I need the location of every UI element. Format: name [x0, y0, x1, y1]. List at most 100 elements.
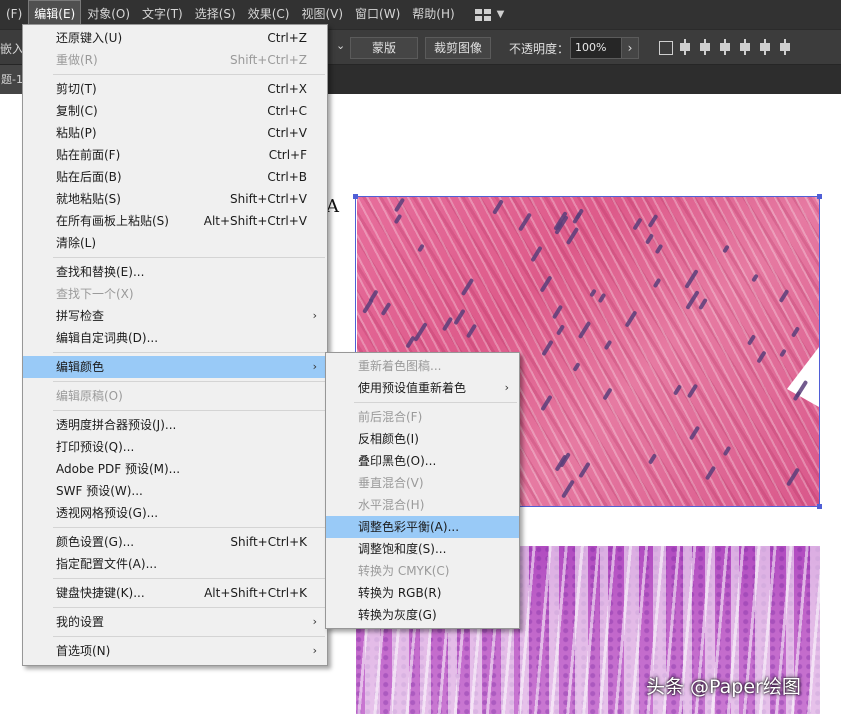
menu-item[interactable]: 清除(L) — [23, 232, 327, 254]
opacity-flyout-arrow-icon[interactable]: › — [621, 37, 639, 59]
mask-button[interactable]: 蒙版 — [350, 37, 418, 59]
menu-separator — [53, 636, 325, 637]
cell-nucleus — [554, 454, 568, 472]
cell-nucleus — [393, 213, 403, 225]
align-left-icon[interactable] — [678, 38, 692, 56]
menu-item[interactable]: 叠印黑色(O)... — [326, 450, 519, 472]
menu-item[interactable]: 调整饱和度(S)... — [326, 538, 519, 560]
menu-item[interactable]: SWF 预设(W)... — [23, 480, 327, 502]
cell-nucleus — [597, 292, 607, 304]
menu-item[interactable]: 拼写检查 › — [23, 305, 327, 327]
menu-item[interactable]: 使用预设值重新着色 › — [326, 377, 519, 399]
menu-item-label: 重新着色图稿... — [358, 359, 442, 373]
menu-item[interactable]: 反相颜色(I) — [326, 428, 519, 450]
chevron-down-icon[interactable]: ⌄ — [336, 39, 345, 52]
menu-item-label: 转换为 CMYK(C) — [358, 564, 450, 578]
menu-item[interactable]: 我的设置 › — [23, 611, 327, 633]
menu-item[interactable]: 颜色设置(G)... Shift+Ctrl+K — [23, 531, 327, 553]
menu-item-shortcut: Ctrl+V — [267, 126, 307, 140]
crop-image-button[interactable]: 裁剪图像 — [425, 37, 491, 59]
menu-item[interactable]: 首选项(N) › — [23, 640, 327, 662]
menu-item[interactable]: 键盘快捷键(K)... Alt+Shift+Ctrl+K — [23, 582, 327, 604]
cell-nucleus — [555, 324, 566, 336]
cell-nucleus — [530, 245, 543, 263]
menu-item-label: 就地粘贴(S) — [56, 192, 121, 206]
menu-item-label: SWF 预设(W)... — [56, 484, 143, 498]
menu-item[interactable]: 指定配置文件(A)... — [23, 553, 327, 575]
workspace-switcher[interactable]: ▼ — [474, 8, 504, 21]
opacity-input[interactable]: 100% — [570, 37, 622, 59]
menu-item-label: 调整饱和度(S)... — [358, 542, 447, 556]
menu-item-label: 编辑颜色 — [56, 360, 105, 374]
document-tab[interactable]: 题-1* — [0, 65, 22, 94]
menu-item-label: 复制(C) — [56, 104, 98, 118]
menu-item[interactable]: 编辑自定词典(D)... — [23, 327, 327, 349]
tissue-crypt — [575, 546, 588, 714]
edit-menu-dropdown: 还原键入(U) Ctrl+Z 重做(R) Shift+Ctrl+Z 剪切(T) Ctrl+… — [22, 24, 328, 666]
menu-item-label: 剪切(T) — [56, 82, 97, 96]
cell-nucleus — [541, 339, 554, 357]
menu-separator — [53, 352, 325, 353]
menu-item[interactable]: 转换为 RGB(R) — [326, 582, 519, 604]
cell-nucleus — [686, 383, 699, 399]
menu-item-shortcut: Shift+Ctrl+V — [230, 192, 307, 206]
cell-nucleus — [540, 394, 553, 412]
menu-item[interactable]: 复制(C) Ctrl+C — [23, 100, 327, 122]
menu-item-label: 透视网格预设(G)... — [56, 506, 159, 520]
menu-item[interactable]: 在所有画板上粘贴(S) Alt+Shift+Ctrl+V — [23, 210, 327, 232]
menu-item[interactable]: Adobe PDF 预设(M)... — [23, 458, 327, 480]
cell-nucleus — [722, 445, 732, 457]
menu-item[interactable]: 打印预设(Q)... — [23, 436, 327, 458]
menu-item[interactable]: 剪切(T) Ctrl+X — [23, 78, 327, 100]
menu-item[interactable]: 还原键入(U) Ctrl+Z — [23, 27, 327, 49]
cell-nucleus — [790, 326, 801, 338]
align-toolbar — [658, 38, 792, 56]
align-right-icon[interactable] — [718, 38, 732, 56]
cell-nucleus — [698, 297, 708, 311]
menu-item[interactable]: 粘贴(P) Ctrl+V — [23, 122, 327, 144]
menu-item[interactable]: 就地粘贴(S) Shift+Ctrl+V — [23, 188, 327, 210]
cell-nucleus — [624, 310, 638, 328]
menu-item-label: Adobe PDF 预设(M)... — [56, 462, 181, 476]
submenu-arrow-icon: › — [504, 381, 509, 394]
cell-nucleus — [441, 316, 454, 332]
submenu-arrow-icon: › — [312, 360, 317, 373]
cell-nucleus — [746, 334, 757, 346]
menu-item-label: 调整色彩平衡(A)... — [358, 520, 460, 534]
cell-nucleus — [756, 350, 767, 364]
menu-item-label: 我的设置 — [56, 615, 105, 629]
menu-item[interactable]: 查找和替换(E)... — [23, 261, 327, 283]
menu-item[interactable]: 转换为灰度(G) — [326, 604, 519, 626]
menu-item: 水平混合(H) — [326, 494, 519, 516]
align-bottom-icon[interactable] — [778, 38, 792, 56]
menu-item[interactable]: 贴在前面(F) Ctrl+F — [23, 144, 327, 166]
menu-item[interactable]: 透视网格预设(G)... — [23, 502, 327, 524]
align-top-icon[interactable] — [738, 38, 752, 56]
menu-item-shortcut: Ctrl+X — [267, 82, 307, 96]
cell-nucleus — [722, 244, 730, 254]
menu-item[interactable]: 编辑颜色 › — [23, 356, 327, 378]
menu-item-label: 指定配置文件(A)... — [56, 557, 158, 571]
cell-nucleus — [578, 461, 591, 479]
align-horizontal-center-icon[interactable] — [698, 38, 712, 56]
embed-button[interactable]: 嵌入 — [0, 40, 24, 57]
menu-item-label: 重做(R) — [56, 53, 98, 67]
edit-colors-submenu: 重新着色图稿... 使用预设值重新着色 › 前后混合(F) 反相颜色(I) 叠印黑色(O)… — [325, 352, 520, 629]
menubar-item[interactable]: 帮助(H) — [406, 0, 460, 29]
cell-nucleus — [577, 320, 592, 340]
menu-item-label: 编辑自定词典(D)... — [56, 331, 159, 345]
menubar-item[interactable]: 窗口(W) — [349, 0, 406, 29]
menu-item[interactable]: 调整色彩平衡(A)... — [326, 516, 519, 538]
opacity-label: 不透明度： — [509, 42, 570, 56]
cell-nucleus — [492, 199, 504, 215]
menu-item[interactable]: 贴在后面(B) Ctrl+B — [23, 166, 327, 188]
menu-item: 转换为 CMYK(C) — [326, 560, 519, 582]
transform-icon[interactable] — [658, 38, 673, 56]
tissue-crypt — [549, 546, 559, 714]
menu-item[interactable]: 透明度拼合器预设(J)... — [23, 414, 327, 436]
align-vertical-center-icon[interactable] — [758, 38, 772, 56]
menu-separator — [53, 410, 325, 411]
menu-item-shortcut: Ctrl+F — [268, 148, 307, 162]
cell-nucleus — [644, 233, 655, 245]
menu-item: 重做(R) Shift+Ctrl+Z — [23, 49, 327, 71]
